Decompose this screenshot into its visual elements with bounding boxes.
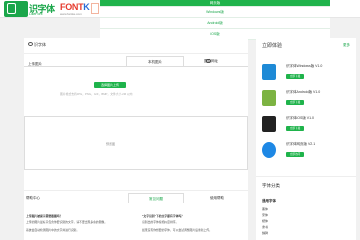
fontk-brand[interactable]: FONTK [60,2,90,12]
faq-question-right: “文字识别”下的文字都有字体吗？ [142,214,184,218]
app-web: 识字体网页版 V2.1 立即访问 [260,140,352,164]
app-name: 识字体网页版 V2.1 [286,142,316,146]
sidebar-title: 立即体验 [262,43,283,49]
app-android: 识字体Android版 V1.0 立即下载 [260,88,352,112]
windows-icon [262,64,276,80]
sidebar-more-link[interactable]: 更多 [343,43,350,48]
app-name: 识字体iOS版 V1.0 [286,116,315,120]
download-ios-button[interactable]: 立即下载 [286,126,304,131]
tab-faq[interactable]: 常见问题 [128,193,184,203]
help-title: 帮助中心 [26,196,40,200]
dropdown-item-windows[interactable]: Windows版 [100,7,330,18]
likefont-logo[interactable] [4,1,28,17]
eye-icon [28,42,33,46]
category-item[interactable]: 魏碑 [262,231,268,235]
app-windows: 识字体Windows版 V1.0 立即下载 [260,62,352,86]
faq-answer-right-2: 如果没有你想要的字体，可以尝试调整图片后重新上传。 [142,228,212,232]
visit-web-button[interactable]: 立即访问 [286,152,304,157]
help-section: 帮助中心 常见问题 使用帮助 上传图片被提示需要截图吗？ 上传的图片最好只包含你… [24,190,248,240]
dropdown-item-android[interactable]: Android版 [100,18,330,29]
upload-area [24,66,248,118]
upload-hint: 图片格式支持JPG，PNG，GIF，BMP，文件大小 2M 以内 [60,92,133,96]
category-item[interactable]: 隶书 [262,225,268,229]
faq-answer-right-1: 识别出的字体按相似度排序。 [142,220,179,224]
download-sidebar: 立即体验 更多 识字体Windows版 V1.0 立即下载 识字体Android… [256,38,356,176]
app-ios: 识字体iOS版 V1.0 立即下载 [260,114,352,138]
fontk-brand-k: K [83,2,90,12]
fontk-subtext: www.fontke.com [60,12,82,16]
app-name: 识字体Android版 V1.0 [286,90,321,94]
app-name: 识字体Windows版 V1.0 [286,64,323,68]
main-tabs: 识字体 [24,38,248,54]
preview-label: 预览图 [106,142,116,146]
apple-icon [262,116,276,132]
download-windows-button[interactable]: 立即下载 [286,74,304,79]
preview-area [24,116,248,170]
tab-my-font[interactable]: 识字体 [34,42,46,48]
logo-subtext: LikeFont [29,12,43,16]
fontk-badge-icon [91,3,99,14]
category-item[interactable]: 宋体 [262,213,268,217]
android-icon [262,90,276,106]
category-item[interactable]: 黑体 [262,207,268,211]
choose-image-button[interactable]: 选择图片上传 [94,82,126,88]
dropdown-item-web[interactable]: 网页版 [100,0,330,7]
fontk-brand-main: FONT [60,2,84,12]
download-android-button[interactable]: 立即下载 [286,100,304,105]
categories-title: 字体分类 [262,183,280,188]
font-categories: 字体分类 通用字体 黑体 宋体 楷体 隶书 魏碑 [256,176,356,240]
logo-glyph-icon [7,3,16,14]
tab-usage-help[interactable]: 使用帮助 [210,193,224,203]
faq-question-left: 上传图片被提示需要截图吗？ [26,214,63,218]
platform-dropdown: 网页版 Windows版 Android版 iOS版 [100,0,330,40]
browser-icon [262,142,276,158]
faq-answer-left-2: 系统会自动检测图片中的文字并进行识别。 [26,228,80,232]
category-item[interactable]: 楷体 [262,219,268,223]
category-group-title: 通用字体 [262,199,276,203]
faq-answer-left-1: 上传的图片最好只包含你要识别的文字，请不要出现多余的图像。 [26,220,108,224]
